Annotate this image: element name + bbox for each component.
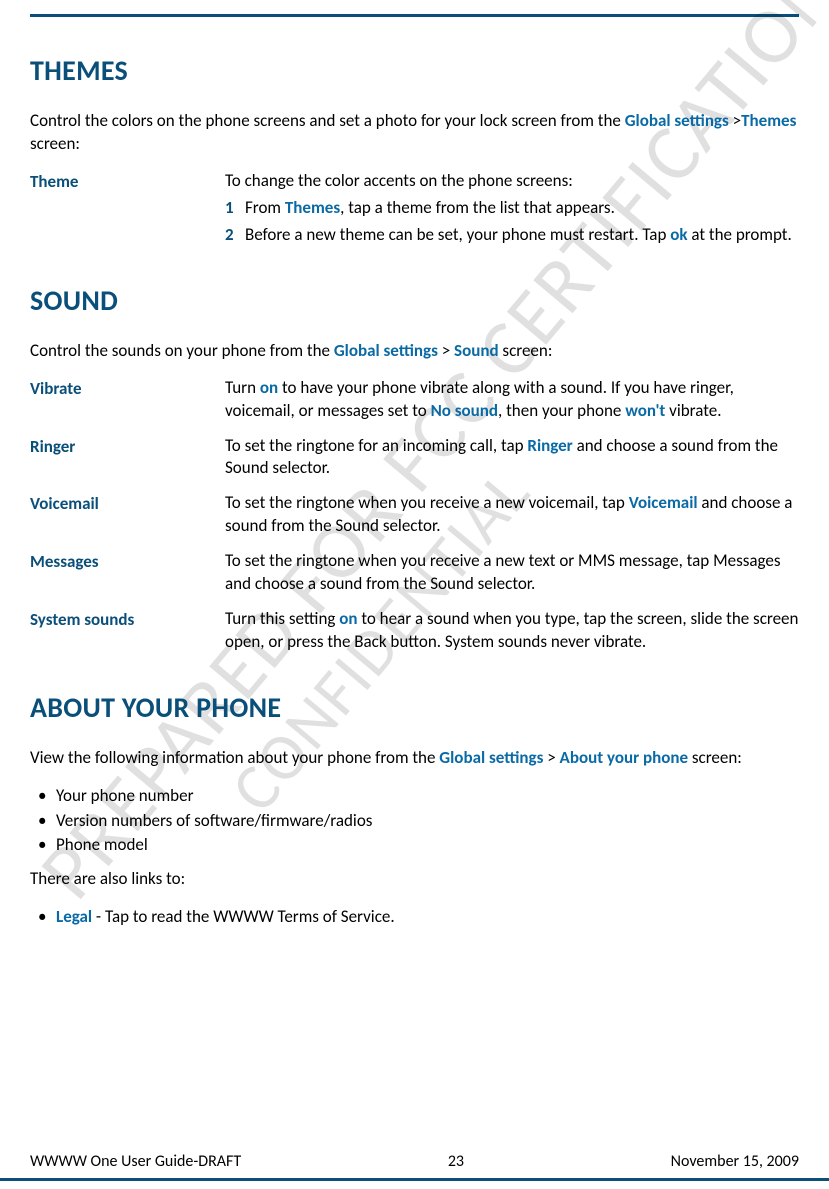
global-settings-link: Global settings: [625, 110, 729, 131]
text: screen:: [30, 133, 80, 154]
footer-left: WWWW One User Guide-DRAFT: [30, 1152, 241, 1171]
text: >: [438, 340, 454, 361]
top-border: [30, 14, 799, 17]
system-sounds-label: System sounds: [30, 608, 225, 654]
text: , tap a theme from the list that appears…: [340, 197, 615, 218]
sound-link: Sound: [454, 340, 499, 361]
bottom-border: [0, 1178, 829, 1181]
list-item: Legal - Tap to read the WWWW Terms of Se…: [38, 905, 799, 930]
text: vibrate.: [665, 400, 721, 421]
about-list: Your phone number Version numbers of sof…: [30, 784, 799, 858]
about-phone-link: About your phone: [560, 747, 689, 768]
step-number: 2: [225, 224, 245, 247]
voicemail-label: Voicemail: [30, 492, 225, 538]
vibrate-row: Vibrate Turn on to have your phone vibra…: [30, 377, 799, 423]
theme-step-1: 1 From Themes, tap a theme from the list…: [225, 197, 799, 220]
theme-body-intro: To change the color accents on the phone…: [225, 170, 799, 193]
list-item: Version numbers of software/firmware/rad…: [38, 809, 799, 834]
theme-body: To change the color accents on the phone…: [225, 170, 799, 247]
about-also: There are also links to:: [30, 868, 799, 891]
no-sound-emph: No sound: [431, 400, 498, 421]
themes-emph: Themes: [285, 197, 340, 218]
themes-intro: Control the colors on the phone screens …: [30, 110, 799, 156]
text: From: [245, 197, 285, 218]
text: - Tap to read the WWWW Terms of Service.: [92, 906, 395, 927]
legal-link: Legal: [56, 906, 92, 927]
step-number: 1: [225, 197, 245, 220]
messages-label: Messages: [30, 550, 225, 596]
vibrate-label: Vibrate: [30, 377, 225, 423]
ringer-emph: Ringer: [527, 435, 572, 456]
text: Turn: [225, 377, 260, 398]
themes-heading: THEMES: [30, 53, 799, 88]
text: To set the ringtone when you receive a n…: [225, 492, 629, 513]
global-settings-link: Global settings: [334, 340, 438, 361]
footer-page-number: 23: [448, 1152, 464, 1171]
step-text: From Themes, tap a theme from the list t…: [245, 197, 799, 220]
theme-row: Theme To change the color accents on the…: [30, 170, 799, 247]
about-links-list: Legal - Tap to read the WWWW Terms of Se…: [30, 905, 799, 930]
ok-emph: ok: [670, 224, 687, 245]
on-emph: on: [339, 608, 357, 629]
on-emph: on: [260, 377, 278, 398]
themes-link: Themes: [741, 110, 796, 131]
text: , then your phone: [498, 400, 625, 421]
vibrate-body: Turn on to have your phone vibrate along…: [225, 377, 799, 423]
text: >: [543, 747, 559, 768]
ringer-body: To set the ringtone for an incoming call…: [225, 435, 799, 481]
text: To set the ringtone for an incoming call…: [225, 435, 527, 456]
text: screen:: [499, 340, 553, 361]
text: Turn this setting: [225, 608, 339, 629]
wont-emph: won't: [625, 400, 665, 421]
text: View the following information about you…: [30, 747, 439, 768]
voicemail-row: Voicemail To set the ringtone when you r…: [30, 492, 799, 538]
text: Control the colors on the phone screens …: [30, 110, 625, 131]
ringer-row: Ringer To set the ringtone for an incomi…: [30, 435, 799, 481]
voicemail-body: To set the ringtone when you receive a n…: [225, 492, 799, 538]
text: >: [729, 110, 741, 131]
theme-step-2: 2 Before a new theme can be set, your ph…: [225, 224, 799, 247]
sound-intro: Control the sounds on your phone from th…: [30, 340, 799, 363]
footer-date: November 15, 2009: [671, 1152, 799, 1171]
text: Control the sounds on your phone from th…: [30, 340, 334, 361]
page-footer: WWWW One User Guide-DRAFT 23 November 15…: [30, 1152, 799, 1171]
messages-row: Messages To set the ringtone when you re…: [30, 550, 799, 596]
global-settings-link: Global settings: [439, 747, 543, 768]
system-sounds-body: Turn this setting on to hear a sound whe…: [225, 608, 799, 654]
messages-body: To set the ringtone when you receive a n…: [225, 550, 799, 596]
about-intro: View the following information about you…: [30, 747, 799, 770]
system-sounds-row: System sounds Turn this setting on to he…: [30, 608, 799, 654]
step-text: Before a new theme can be set, your phon…: [245, 224, 799, 247]
ringer-label: Ringer: [30, 435, 225, 481]
list-item: Your phone number: [38, 784, 799, 809]
text: screen:: [688, 747, 742, 768]
voicemail-emph: Voicemail: [629, 492, 698, 513]
about-heading: ABOUT YOUR PHONE: [30, 690, 799, 725]
list-item: Phone model: [38, 833, 799, 858]
sound-heading: SOUND: [30, 283, 799, 318]
text: at the prompt.: [688, 224, 792, 245]
theme-label: Theme: [30, 170, 225, 247]
text: Before a new theme can be set, your phon…: [245, 224, 670, 245]
